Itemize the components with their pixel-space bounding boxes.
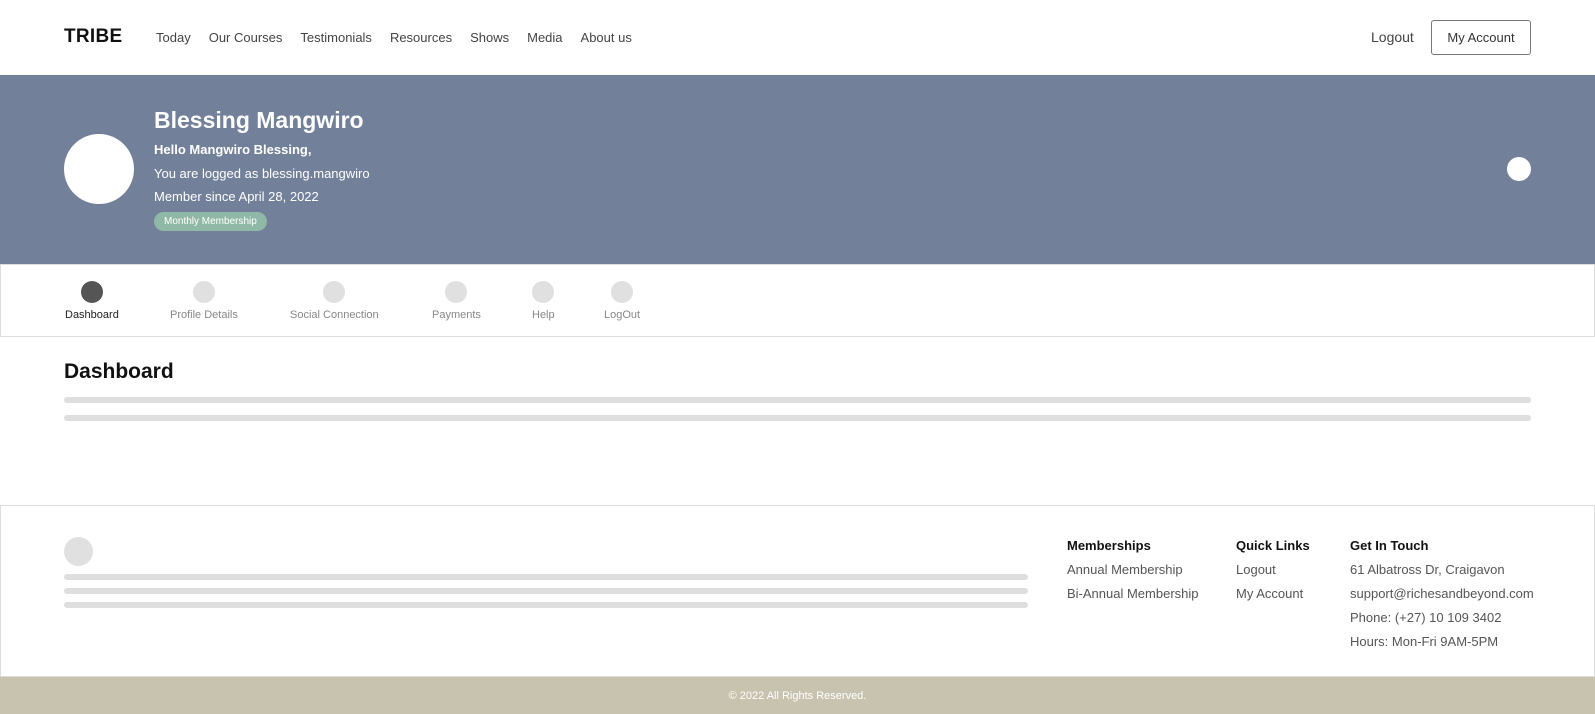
footer-quick-links: Quick Links Logout My Account bbox=[1236, 538, 1310, 610]
profile-hero: Blessing Mangwiro Hello Mangwiro Blessin… bbox=[0, 75, 1595, 264]
contact-email-link[interactable]: support@richesandbeyond.com bbox=[1350, 586, 1534, 601]
loading-placeholder-line bbox=[64, 574, 1028, 580]
footer-my-account-link[interactable]: My Account bbox=[1236, 586, 1310, 601]
footer-contact: Get In Touch 61 Albatross Dr, Craigavon … bbox=[1350, 538, 1534, 658]
loading-placeholder-line bbox=[64, 415, 1531, 421]
logged-as-text: You are logged as blessing.mangwiro bbox=[154, 166, 370, 181]
member-since-text: Member since April 28, 2022 bbox=[154, 189, 319, 204]
loading-placeholder-line bbox=[64, 588, 1028, 594]
tab-logout[interactable]: LogOut bbox=[604, 281, 640, 321]
footer-heading: Memberships bbox=[1067, 538, 1151, 553]
tab-profile-details[interactable]: Profile Details bbox=[170, 281, 238, 321]
footer-heading: Quick Links bbox=[1236, 538, 1310, 553]
footer-logout-link[interactable]: Logout bbox=[1236, 562, 1310, 577]
copyright-text: © 2022 All Rights Reserved. bbox=[728, 689, 867, 702]
annual-membership-link[interactable]: Annual Membership bbox=[1067, 562, 1199, 577]
help-icon bbox=[532, 281, 555, 303]
hero-action-icon[interactable] bbox=[1507, 157, 1531, 181]
footer-memberships: Memberships Annual Membership Bi-Annual … bbox=[1067, 538, 1199, 610]
tab-label: Social Connection bbox=[290, 309, 379, 321]
top-navigation-bar: TRIBE Today Our Courses Testimonials Res… bbox=[0, 0, 1595, 75]
nav-link-testimonials[interactable]: Testimonials bbox=[300, 30, 372, 45]
footer: Memberships Annual Membership Bi-Annual … bbox=[0, 505, 1595, 677]
logout-link[interactable]: Logout bbox=[1371, 29, 1414, 45]
dashboard-icon bbox=[80, 281, 103, 303]
tab-label: Dashboard bbox=[65, 309, 119, 321]
copyright-bar: © 2022 All Rights Reserved. bbox=[0, 677, 1595, 714]
loading-placeholder-line bbox=[64, 602, 1028, 608]
footer-logo-placeholder bbox=[64, 537, 93, 566]
tab-dashboard[interactable]: Dashboard bbox=[65, 281, 119, 321]
greeting: Hello Mangwiro Blessing, bbox=[154, 142, 312, 157]
nav-link-shows[interactable]: Shows bbox=[470, 30, 509, 45]
tab-social-connection[interactable]: Social Connection bbox=[290, 281, 379, 321]
nav-link-about-us[interactable]: About us bbox=[581, 30, 632, 45]
user-name: Blessing Mangwiro bbox=[154, 107, 364, 133]
account-tabs: Dashboard Profile Details Social Connect… bbox=[0, 264, 1595, 337]
my-account-button[interactable]: My Account bbox=[1431, 20, 1531, 55]
contact-hours: Hours: Mon-Fri 9AM-5PM bbox=[1350, 634, 1499, 649]
nav-link-resources[interactable]: Resources bbox=[390, 30, 452, 45]
loading-placeholder-line bbox=[64, 397, 1531, 403]
nav-link-our-courses[interactable]: Our Courses bbox=[209, 30, 283, 45]
avatar[interactable] bbox=[64, 134, 134, 204]
tab-help[interactable]: Help bbox=[532, 281, 555, 321]
payments-icon bbox=[445, 281, 468, 303]
tab-payments[interactable]: Payments bbox=[432, 281, 481, 321]
profile-icon bbox=[192, 281, 215, 303]
nav-link-media[interactable]: Media bbox=[527, 30, 562, 45]
social-icon bbox=[323, 281, 346, 303]
tab-label: LogOut bbox=[604, 309, 641, 321]
membership-badge: Monthly Membership bbox=[154, 212, 267, 231]
page-title: Dashboard bbox=[64, 360, 174, 383]
tab-label: Profile Details bbox=[170, 309, 238, 321]
footer-heading: Get In Touch bbox=[1350, 538, 1429, 553]
contact-address: 61 Albatross Dr, Craigavon bbox=[1350, 562, 1505, 577]
site-logo[interactable]: TRIBE bbox=[64, 26, 123, 48]
bi-annual-membership-link[interactable]: Bi-Annual Membership bbox=[1067, 586, 1199, 601]
tab-label: Payments bbox=[432, 309, 481, 321]
main-nav: Today Our Courses Testimonials Resources… bbox=[156, 30, 650, 45]
nav-link-today[interactable]: Today bbox=[156, 30, 191, 45]
contact-phone: Phone: (+27) 10 109 3402 bbox=[1350, 610, 1502, 625]
logout-icon bbox=[611, 281, 634, 303]
tab-label: Help bbox=[532, 309, 555, 321]
